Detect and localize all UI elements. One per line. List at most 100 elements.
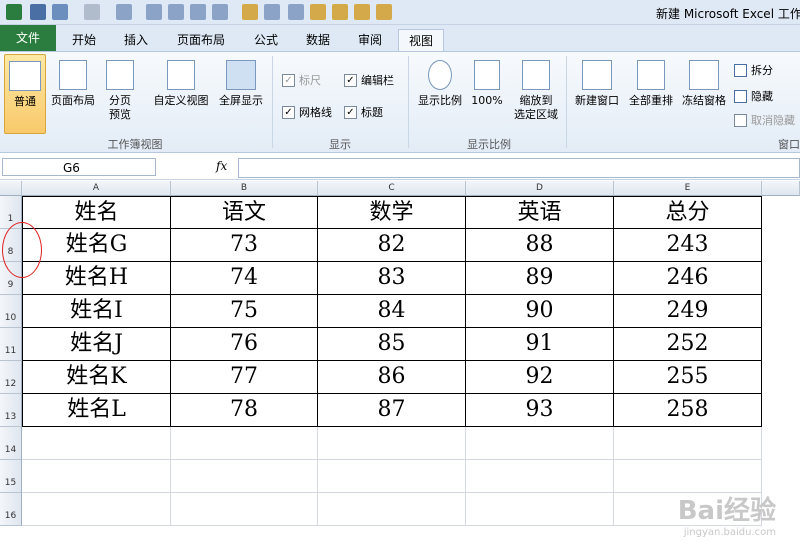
- undo-icon[interactable]: [52, 4, 68, 20]
- table-cell[interactable]: 91: [466, 328, 614, 361]
- table-cell[interactable]: 姓名H: [22, 262, 171, 295]
- redo-icon[interactable]: [84, 4, 100, 20]
- table-cell[interactable]: 246: [614, 262, 762, 295]
- table-icon[interactable]: [212, 4, 228, 20]
- table-cell[interactable]: 258: [614, 394, 762, 427]
- table-cell[interactable]: 姓名L: [22, 394, 171, 427]
- table-cell[interactable]: 85: [318, 328, 466, 361]
- toolbar-icon-4[interactable]: [264, 4, 280, 20]
- toolbar-icon-2[interactable]: [146, 4, 162, 20]
- zoom-to-selection-button[interactable]: 缩放到 选定区域: [508, 54, 564, 122]
- table-cell[interactable]: 姓名J: [22, 328, 171, 361]
- table-cell[interactable]: 英语: [466, 196, 614, 229]
- tab-insert[interactable]: 插入: [114, 29, 158, 51]
- column-header-c[interactable]: C: [318, 181, 466, 196]
- new-window-button[interactable]: 新建窗口: [570, 54, 624, 108]
- ruler-checkbox[interactable]: ✓ 标尺: [282, 72, 321, 88]
- tab-file[interactable]: 文件: [0, 25, 56, 51]
- freeze-panes-button[interactable]: 冻结窗格: [678, 54, 730, 108]
- table-cell[interactable]: 73: [171, 229, 318, 262]
- toolbar-icon-8[interactable]: [376, 4, 392, 20]
- tab-home[interactable]: 开始: [62, 29, 106, 51]
- table-cell[interactable]: 数学: [318, 196, 466, 229]
- row-header[interactable]: 12: [0, 361, 22, 394]
- page-break-preview-button[interactable]: 分页 预览: [102, 54, 138, 122]
- table-cell[interactable]: [466, 460, 614, 493]
- hide-button[interactable]: 隐藏: [734, 88, 773, 104]
- filter-icon[interactable]: [288, 4, 304, 20]
- table-cell[interactable]: 249: [614, 295, 762, 328]
- save-icon[interactable]: [30, 4, 46, 20]
- table-cell[interactable]: [614, 460, 762, 493]
- page-layout-view-button[interactable]: 页面布局: [46, 54, 100, 108]
- full-screen-button[interactable]: 全屏显示: [214, 54, 268, 108]
- table-cell[interactable]: 86: [318, 361, 466, 394]
- table-cell[interactable]: 255: [614, 361, 762, 394]
- column-header-e[interactable]: E: [614, 181, 762, 196]
- toolbar-icon-7[interactable]: [354, 4, 370, 20]
- arrange-all-button[interactable]: 全部重排: [624, 54, 678, 108]
- table-cell[interactable]: [466, 427, 614, 460]
- table-cell[interactable]: 89: [466, 262, 614, 295]
- table-cell[interactable]: [318, 460, 466, 493]
- row-header[interactable]: 10: [0, 295, 22, 328]
- formula-input[interactable]: [238, 158, 800, 178]
- custom-views-button[interactable]: 自定义视图: [150, 54, 212, 108]
- table-cell[interactable]: 语文: [171, 196, 318, 229]
- table-cell[interactable]: [318, 493, 466, 526]
- zoom-100-button[interactable]: 100%: [470, 54, 504, 108]
- table-cell[interactable]: 252: [614, 328, 762, 361]
- table-cell[interactable]: 姓名I: [22, 295, 171, 328]
- table-cell[interactable]: 90: [466, 295, 614, 328]
- row-header[interactable]: 13: [0, 394, 22, 427]
- table-cell[interactable]: 243: [614, 229, 762, 262]
- table-cell[interactable]: 76: [171, 328, 318, 361]
- table-cell[interactable]: 87: [318, 394, 466, 427]
- print-preview-icon[interactable]: [190, 4, 206, 20]
- format-painter-icon[interactable]: [242, 4, 258, 20]
- table-cell[interactable]: 84: [318, 295, 466, 328]
- table-cell[interactable]: [466, 493, 614, 526]
- tab-formulas[interactable]: 公式: [244, 29, 288, 51]
- tab-review[interactable]: 审阅: [348, 29, 392, 51]
- name-box[interactable]: G6: [2, 158, 156, 176]
- toolbar-icon-5[interactable]: [310, 4, 326, 20]
- tab-data[interactable]: 数据: [296, 29, 340, 51]
- table-cell[interactable]: 83: [318, 262, 466, 295]
- table-cell[interactable]: 92: [466, 361, 614, 394]
- column-header-b[interactable]: B: [171, 181, 318, 196]
- table-cell[interactable]: 75: [171, 295, 318, 328]
- table-cell[interactable]: 总分: [614, 196, 762, 229]
- table-cell[interactable]: 姓名G: [22, 229, 171, 262]
- split-button[interactable]: 拆分: [734, 62, 773, 78]
- unhide-button[interactable]: 取消隐藏: [734, 112, 795, 128]
- row-header[interactable]: 16: [0, 493, 22, 526]
- table-cell[interactable]: 姓名K: [22, 361, 171, 394]
- column-header-f[interactable]: [762, 181, 800, 196]
- table-cell[interactable]: 74: [171, 262, 318, 295]
- headings-checkbox[interactable]: ✓ 标题: [344, 104, 383, 120]
- tab-view[interactable]: 视图: [398, 29, 444, 53]
- table-cell[interactable]: 姓名: [22, 196, 171, 229]
- tab-page-layout[interactable]: 页面布局: [170, 29, 232, 51]
- zoom-button[interactable]: 显示比例: [414, 54, 466, 108]
- column-header-a[interactable]: A: [22, 181, 171, 196]
- toolbar-icon-1[interactable]: [116, 4, 132, 20]
- table-cell[interactable]: [171, 493, 318, 526]
- table-cell[interactable]: [318, 427, 466, 460]
- table-cell[interactable]: 82: [318, 229, 466, 262]
- insert-function-icon[interactable]: fx: [216, 159, 227, 173]
- table-cell[interactable]: [22, 460, 171, 493]
- table-cell[interactable]: [22, 427, 171, 460]
- table-cell[interactable]: 77: [171, 361, 318, 394]
- table-cell[interactable]: 78: [171, 394, 318, 427]
- table-cell[interactable]: [22, 493, 171, 526]
- table-cell[interactable]: [614, 427, 762, 460]
- table-cell[interactable]: 88: [466, 229, 614, 262]
- row-header[interactable]: 15: [0, 460, 22, 493]
- toolbar-icon-3[interactable]: [168, 4, 184, 20]
- toolbar-icon-6[interactable]: [332, 4, 348, 20]
- normal-view-button[interactable]: 普通: [4, 54, 46, 134]
- table-cell[interactable]: [171, 427, 318, 460]
- gridlines-checkbox[interactable]: ✓ 网格线: [282, 104, 332, 120]
